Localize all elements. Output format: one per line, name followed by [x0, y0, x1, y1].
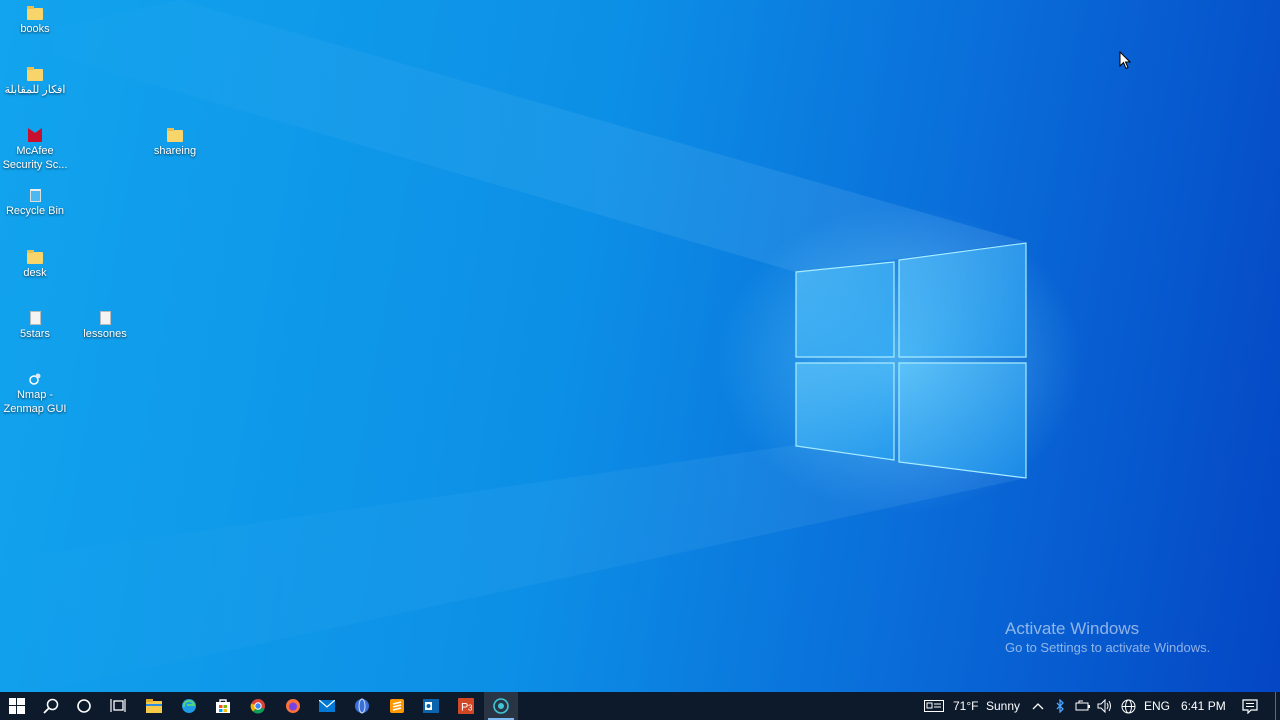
desktop-icon-label: افكار للمقابلة [4, 84, 66, 96]
taskbar-app-outlook[interactable] [414, 692, 448, 720]
folder-icon [167, 128, 183, 142]
desktop-icon-shareing[interactable]: shareing [140, 128, 210, 158]
mouse-cursor-icon [1119, 51, 1131, 70]
bluetooth-icon [1056, 699, 1064, 713]
desktop-icon-mcafee[interactable]: McAfee Security Sc... [0, 128, 70, 172]
svg-text:3: 3 [468, 704, 473, 713]
mcafee-icon [28, 128, 42, 142]
mail-icon [319, 700, 335, 712]
desktop-icon-label: Nmap - Zenmap GUI [3, 389, 67, 415]
taskbar-app-mail[interactable] [310, 692, 344, 720]
search-icon [43, 698, 59, 714]
windows-logo-wallpaper [0, 0, 1027, 692]
news-widget-button[interactable] [920, 692, 948, 720]
globe-icon [1121, 699, 1135, 713]
folder-icon [27, 6, 43, 20]
clock[interactable]: 6:41 PM [1181, 692, 1226, 720]
desktop-icon-interview-ideas[interactable]: افكار للمقابلة [0, 67, 70, 97]
taskbar-app-screen-recorder[interactable] [484, 692, 518, 720]
desktop-icon-desk[interactable]: desk [0, 250, 70, 280]
browser-icon [355, 698, 369, 714]
desktop-icon-books[interactable]: books [0, 6, 70, 36]
cortana-icon [77, 699, 91, 713]
text-document-icon [99, 311, 111, 325]
power-tray-button[interactable] [1074, 692, 1092, 720]
taskbar-app-chrome[interactable] [241, 692, 275, 720]
folder-icon [27, 67, 43, 81]
desktop-icon-label: 5stars [20, 328, 50, 340]
recycle-bin-icon [29, 189, 41, 202]
desktop-icon-5stars[interactable]: 5stars [0, 311, 70, 341]
taskbar-app-powerpoint[interactable]: P3 [449, 692, 483, 720]
desktop-icon-recycle-bin[interactable]: Recycle Bin [0, 189, 70, 218]
store-icon [216, 699, 230, 713]
desktop-icon-label: books [20, 23, 50, 35]
news-icon [924, 700, 944, 712]
powerpoint-icon: P3 [458, 698, 474, 714]
show-desktop-button[interactable] [1275, 692, 1280, 720]
desktop-icon-label: Recycle Bin [5, 205, 65, 217]
battery-icon [1075, 700, 1090, 711]
desktop-icon-lessones[interactable]: lessones [70, 311, 140, 341]
notification-icon [1242, 698, 1258, 714]
chrome-icon [250, 699, 265, 714]
network-tray-button[interactable] [1119, 692, 1137, 720]
sublime-icon [390, 699, 404, 713]
desktop-icon-label: McAfee Security Sc... [2, 145, 68, 171]
outlook-icon [423, 699, 439, 713]
action-center-button[interactable] [1238, 692, 1262, 720]
weather-condition[interactable]: Sunny [986, 692, 1020, 720]
show-hidden-icons-button[interactable] [1030, 692, 1046, 720]
watermark-subtitle: Go to Settings to activate Windows. [1005, 640, 1211, 655]
chevron-up-icon [1032, 703, 1044, 710]
taskbar-app-sublime[interactable] [380, 692, 414, 720]
cortana-button[interactable] [67, 692, 101, 720]
taskbar-app-firefox[interactable] [276, 692, 310, 720]
file-explorer-icon [146, 699, 162, 713]
volume-icon [1097, 699, 1111, 713]
nmap-icon [28, 372, 42, 386]
screen-recorder-icon [493, 698, 509, 714]
taskbar-app-browser[interactable] [345, 692, 379, 720]
taskbar-app-store[interactable] [206, 692, 240, 720]
task-view-button[interactable] [101, 692, 135, 720]
desktop-icon-nmap[interactable]: Nmap - Zenmap GUI [0, 372, 70, 416]
start-icon [9, 698, 25, 714]
desktop-icon-label: desk [23, 267, 47, 279]
folder-icon [27, 250, 43, 264]
desktop-icon-label: shareing [153, 145, 197, 157]
start-button[interactable] [0, 692, 34, 720]
bluetooth-tray-button[interactable] [1052, 692, 1068, 720]
edge-icon [182, 699, 196, 713]
weather-temperature[interactable]: 71°F [953, 692, 978, 720]
watermark-title: Activate Windows [1005, 619, 1140, 638]
desktop: books افكار للمقابلة McAfee Security Sc.… [0, 0, 1280, 692]
taskbar-app-file-explorer[interactable] [137, 692, 171, 720]
activate-windows-watermark: Activate Windows Go to Settings to activ… [1005, 619, 1210, 657]
text-document-icon [29, 311, 41, 325]
input-language-indicator[interactable]: ENG [1144, 692, 1170, 720]
firefox-icon [286, 699, 300, 713]
volume-tray-button[interactable] [1096, 692, 1114, 720]
taskbar: P3 71°F Sunny ENG 6:41 PM [0, 692, 1280, 720]
task-view-icon [110, 699, 126, 712]
search-button[interactable] [34, 692, 68, 720]
desktop-icon-label: lessones [83, 328, 127, 340]
taskbar-app-edge[interactable] [172, 692, 206, 720]
